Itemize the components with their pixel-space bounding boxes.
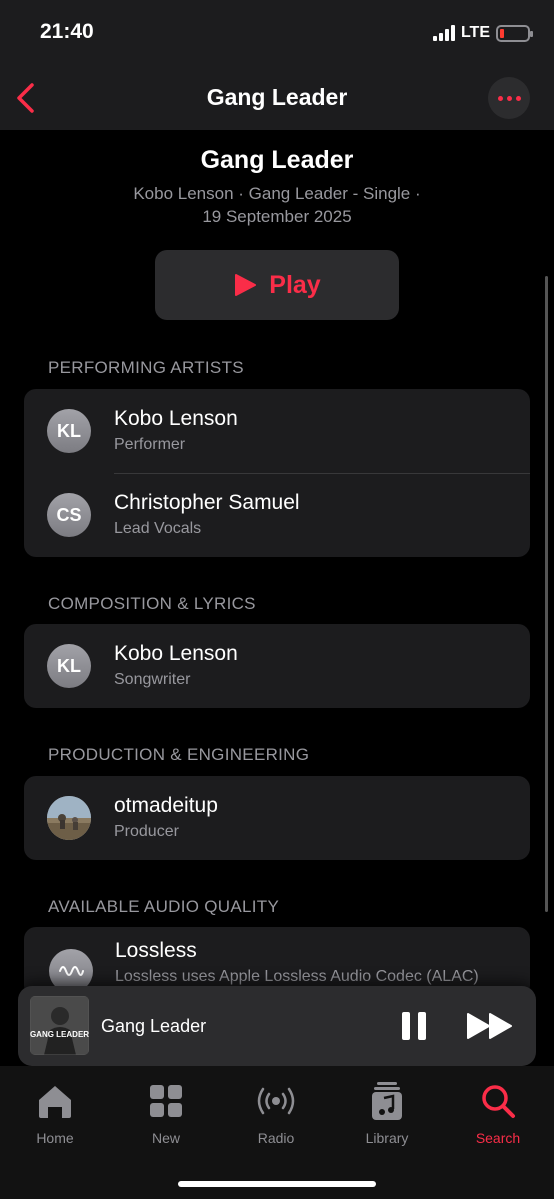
search-icon <box>482 1085 515 1118</box>
credit-role: Performer <box>114 436 186 453</box>
credit-row[interactable]: CS Christopher Samuel Lead Vocals <box>24 473 530 557</box>
status-icons: LTE <box>432 24 533 42</box>
status-bar: 21:40 LTE <box>0 0 554 68</box>
subtitle-date-line: 19 September 2025 <box>202 207 352 226</box>
tab-library[interactable]: Library <box>342 1080 432 1146</box>
credit-name: Kobo Lenson <box>114 407 238 430</box>
tab-label: Library <box>365 1130 409 1146</box>
credit-row[interactable]: otmadeitup Producer <box>24 776 530 860</box>
home-icon <box>39 1086 71 1118</box>
tab-home[interactable]: Home <box>10 1080 100 1146</box>
credit-name: Kobo Lenson <box>114 642 238 665</box>
section-title-production: PRODUCTION & ENGINEERING <box>48 745 310 764</box>
nav-title: Gang Leader <box>206 84 348 110</box>
album-art: GANG LEADER <box>30 996 89 1055</box>
tab-radio[interactable]: Radio <box>231 1080 321 1146</box>
composition-card: KL Kobo Lenson Songwriter <box>24 624 530 708</box>
section-title-performing: PERFORMING ARTISTS <box>48 358 244 377</box>
song-subtitle: Kobo Lenson · Gang Leader - Single · 19 … <box>0 182 554 228</box>
home-indicator[interactable] <box>178 1181 376 1187</box>
fast-forward-icon <box>467 1013 512 1039</box>
performing-artists-card: KL Kobo Lenson Performer CS Christopher … <box>24 389 530 557</box>
signal-icon <box>432 25 455 41</box>
more-options-button[interactable] <box>488 77 530 119</box>
avatar: CS <box>47 493 91 537</box>
play-button[interactable]: Play <box>155 250 399 320</box>
tab-label: Home <box>36 1130 74 1146</box>
tab-label: Radio <box>257 1130 295 1146</box>
ellipsis-icon <box>497 95 503 101</box>
play-label: Play <box>269 270 321 299</box>
battery-icon <box>496 24 533 42</box>
credit-role: Songwriter <box>114 671 191 688</box>
credit-role: Lead Vocals <box>114 520 202 537</box>
mini-player-title: Gang Leader <box>101 1016 207 1036</box>
subtitle-artist-line: Kobo Lenson · Gang Leader - Single · <box>133 184 421 203</box>
grid-icon <box>150 1085 182 1117</box>
radio-icon <box>257 1087 295 1115</box>
tab-search[interactable]: Search <box>453 1080 543 1146</box>
play-icon <box>235 274 257 296</box>
pause-icon <box>402 1012 426 1040</box>
audio-quality-name: Lossless <box>115 939 197 962</box>
network-label: LTE <box>460 24 490 41</box>
credit-row[interactable]: KL Kobo Lenson Performer <box>24 389 530 473</box>
tab-label: New <box>151 1130 180 1146</box>
credit-role: Producer <box>114 823 179 840</box>
fast-forward-button[interactable] <box>466 1010 514 1042</box>
pause-button[interactable] <box>400 1010 428 1042</box>
nav-bar: Gang Leader <box>0 68 554 130</box>
tab-new[interactable]: New <box>121 1080 211 1146</box>
avatar: KL <box>47 409 91 453</box>
album-art-text: GANG LEADER <box>30 1030 89 1039</box>
credit-name: Christopher Samuel <box>114 491 300 514</box>
production-card: otmadeitup Producer <box>24 776 530 860</box>
status-time: 21:40 <box>40 20 94 43</box>
tab-label: Search <box>475 1130 521 1146</box>
credit-row[interactable]: KL Kobo Lenson Songwriter <box>24 624 530 708</box>
audio-quality-description: Lossless uses Apple Lossless Audio Codec… <box>115 968 479 985</box>
credit-name: otmadeitup <box>114 794 218 817</box>
library-icon <box>372 1082 402 1120</box>
avatar: KL <box>47 644 91 688</box>
avatar-photo <box>47 796 91 840</box>
section-title-composition: COMPOSITION & LYRICS <box>48 594 256 613</box>
scroll-indicator[interactable] <box>545 276 548 912</box>
mini-player[interactable]: GANG LEADER Gang Leader <box>18 986 536 1066</box>
section-title-audio: AVAILABLE AUDIO QUALITY <box>48 897 280 916</box>
song-title: Gang Leader <box>200 146 354 174</box>
tab-bar: Home New Radio Library Search <box>0 1066 554 1199</box>
